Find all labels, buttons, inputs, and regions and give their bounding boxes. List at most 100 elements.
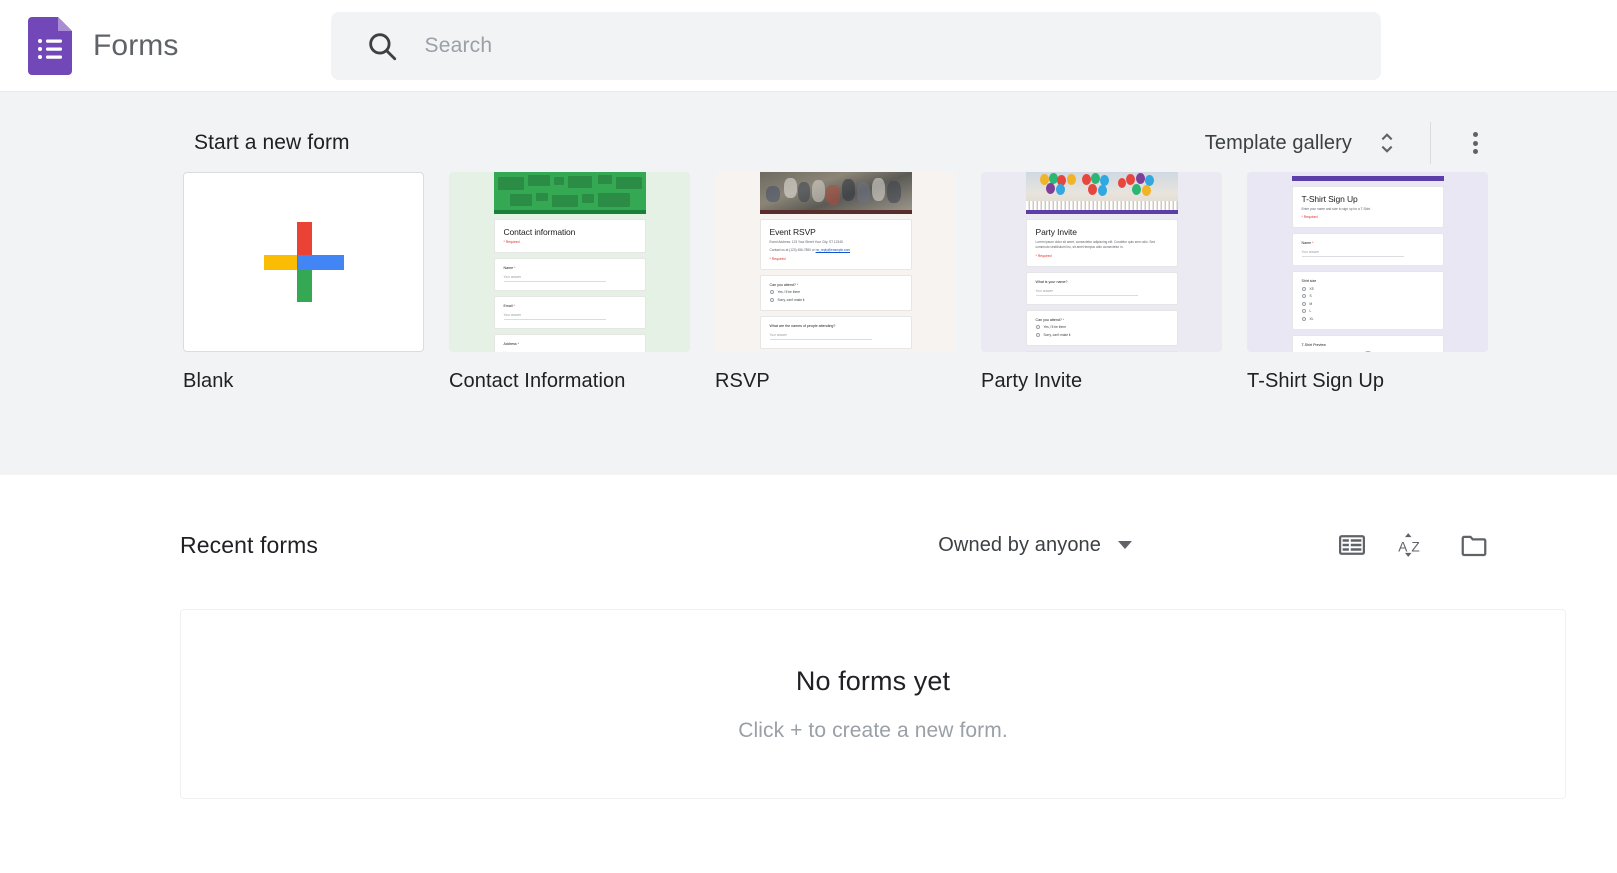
recent-forms-header: Recent forms Owned by anyone bbox=[0, 517, 1617, 573]
mini-question-text: Can you attend? bbox=[770, 283, 796, 287]
mini-radio-option[interactable]: Sorry, can't make it bbox=[1036, 333, 1168, 337]
mini-question: Can you attend? * Yes, I'll be there Sor… bbox=[1026, 310, 1178, 346]
banner-photo bbox=[1026, 172, 1178, 210]
unfold-more-icon[interactable] bbox=[1374, 130, 1400, 156]
recent-forms-section: Recent forms Owned by anyone bbox=[0, 475, 1617, 799]
mini-question-text: Address bbox=[504, 342, 517, 346]
tshirt-preview-image bbox=[1302, 351, 1434, 352]
mini-question-text: Email bbox=[504, 304, 513, 308]
mini-question: Shirt size XS S M bbox=[1292, 271, 1444, 330]
svg-text:Z: Z bbox=[1411, 539, 1419, 554]
mini-option-label: Sorry, can't make it bbox=[778, 298, 805, 302]
template-card-tshirt-sign-up[interactable]: T-Shirt Sign Up Enter your name and size… bbox=[1247, 172, 1488, 393]
mini-radio-option[interactable]: Yes, I'll be there bbox=[1036, 325, 1168, 329]
mini-form-title: Event RSVP bbox=[770, 227, 902, 237]
mini-answer-placeholder: Your answer bbox=[1036, 289, 1139, 296]
mini-form-header: Contact information * Required bbox=[494, 219, 646, 253]
mini-question: Name * Your answer bbox=[494, 258, 646, 291]
template-card-label: RSVP bbox=[715, 370, 956, 393]
tshirt-sign-up-thumbnail[interactable]: T-Shirt Sign Up Enter your name and size… bbox=[1247, 172, 1488, 352]
sort-az-icon[interactable]: A Z bbox=[1397, 530, 1427, 560]
mini-radio-option[interactable]: Yes, I'll be there bbox=[770, 290, 902, 294]
radio-icon bbox=[1302, 302, 1306, 306]
rsvp-thumbnail[interactable]: Event RSVP Event Address: 123 Your Stree… bbox=[715, 172, 956, 352]
template-card-label: Party Invite bbox=[981, 370, 1222, 393]
mini-radio-option[interactable]: M bbox=[1302, 302, 1434, 306]
top-app-bar: Forms Search bbox=[0, 0, 1617, 92]
mini-radio-option[interactable]: L bbox=[1302, 309, 1434, 313]
mini-question-text: Can you attend? bbox=[1036, 318, 1062, 322]
template-card-contact-information[interactable]: Contact information * Required Name * Yo… bbox=[449, 172, 690, 393]
mini-question-text: What are the names of people attending? bbox=[770, 324, 836, 328]
mini-contact-link[interactable]: no_reply@example.com bbox=[816, 248, 850, 252]
mini-form-contact: Contact us at (123) 456-7890 or no_reply… bbox=[770, 248, 902, 253]
mini-form-title: T-Shirt Sign Up bbox=[1302, 194, 1434, 204]
template-cards-row: Blank bbox=[0, 172, 1617, 393]
forms-logo-icon[interactable] bbox=[28, 17, 72, 75]
mini-answer-placeholder: Your answer bbox=[504, 275, 607, 282]
mini-question: Name * Your answer bbox=[1292, 233, 1444, 266]
dropdown-caret-icon bbox=[1118, 541, 1132, 549]
mini-radio-option[interactable]: XS bbox=[1302, 287, 1434, 291]
mini-question: T-Shirt Preview bbox=[1292, 335, 1444, 352]
radio-icon bbox=[1036, 325, 1040, 329]
mini-contact-text: Contact us at (123) 456-7890 or bbox=[770, 248, 816, 252]
owner-filter-label: Owned by anyone bbox=[938, 534, 1101, 557]
empty-state-container: No forms yet Click + to create a new for… bbox=[180, 609, 1566, 799]
mini-option-label: Sorry, can't make it bbox=[1044, 333, 1071, 337]
mini-radio-option[interactable]: Sorry, can't make it bbox=[770, 298, 902, 302]
mini-question: Email * Your answer bbox=[494, 296, 646, 329]
mini-required-note: * Required bbox=[504, 240, 636, 244]
mini-required-note: * Required bbox=[770, 257, 902, 261]
mini-radio-option[interactable]: S bbox=[1302, 294, 1434, 298]
mini-question: What is your name? Your answer bbox=[1026, 272, 1178, 305]
template-card-label: T-Shirt Sign Up bbox=[1247, 370, 1488, 393]
mini-question-text: What is your name? bbox=[1036, 280, 1068, 284]
template-card-label: Blank bbox=[183, 370, 424, 393]
owner-filter-dropdown[interactable]: Owned by anyone bbox=[938, 534, 1132, 557]
banner-illustration bbox=[494, 172, 646, 210]
header-divider bbox=[1430, 122, 1431, 164]
empty-state-subtitle: Click + to create a new form. bbox=[738, 719, 1008, 743]
radio-icon bbox=[770, 298, 774, 302]
mini-form-header: T-Shirt Sign Up Enter your name and size… bbox=[1292, 186, 1444, 228]
contact-information-thumbnail[interactable]: Contact information * Required Name * Yo… bbox=[449, 172, 690, 352]
search-bar[interactable]: Search bbox=[331, 12, 1381, 80]
radio-icon bbox=[770, 290, 774, 294]
mini-question-text: Name bbox=[1302, 241, 1312, 245]
recent-forms-title: Recent forms bbox=[180, 532, 318, 559]
mini-answer-placeholder: Your answer bbox=[770, 333, 873, 340]
mini-form-description: Lorem ipsum dolor sit amet, consectetur … bbox=[1036, 240, 1168, 251]
mini-form-title: Party Invite bbox=[1036, 227, 1168, 237]
more-vert-icon[interactable] bbox=[1461, 129, 1489, 157]
app-title: Forms bbox=[93, 29, 179, 63]
mini-option-label: Yes, I'll be there bbox=[778, 290, 800, 294]
search-input[interactable]: Search bbox=[425, 34, 493, 58]
mini-option-label: Yes, I'll be there bbox=[1044, 325, 1066, 329]
radio-icon bbox=[1302, 317, 1306, 321]
mini-radio-option[interactable]: XL bbox=[1302, 317, 1434, 321]
list-view-icon[interactable] bbox=[1337, 530, 1367, 560]
mini-question: How many of you are attending? bbox=[1026, 351, 1178, 352]
mini-form-header: Party Invite Lorem ipsum dolor sit amet,… bbox=[1026, 219, 1178, 267]
mini-question: What are the names of people attending? … bbox=[760, 316, 912, 349]
empty-state-title: No forms yet bbox=[796, 666, 950, 697]
mini-form-header: Event RSVP Event Address: 123 Your Stree… bbox=[760, 219, 912, 270]
template-card-party-invite[interactable]: Party Invite Lorem ipsum dolor sit amet,… bbox=[981, 172, 1222, 393]
template-card-rsvp[interactable]: Event RSVP Event Address: 123 Your Stree… bbox=[715, 172, 956, 393]
mini-required-note: * Required bbox=[1302, 215, 1434, 219]
template-card-label: Contact Information bbox=[449, 370, 690, 393]
template-card-blank[interactable]: Blank bbox=[183, 172, 424, 393]
party-invite-thumbnail[interactable]: Party Invite Lorem ipsum dolor sit amet,… bbox=[981, 172, 1222, 352]
mini-required-note: * Required bbox=[1036, 254, 1168, 258]
mini-answer-placeholder: Your answer bbox=[504, 351, 607, 352]
radio-icon bbox=[1302, 287, 1306, 291]
template-gallery-button[interactable]: Template gallery bbox=[1205, 132, 1352, 155]
blank-form-thumbnail[interactable] bbox=[183, 172, 424, 352]
mini-option-label: S bbox=[1310, 294, 1312, 298]
radio-icon bbox=[1036, 333, 1040, 337]
svg-text:A: A bbox=[1398, 539, 1408, 554]
folder-icon[interactable] bbox=[1459, 530, 1489, 560]
mini-question-text: T-Shirt Preview bbox=[1302, 343, 1326, 347]
mini-question-text: Shirt size bbox=[1302, 279, 1317, 283]
